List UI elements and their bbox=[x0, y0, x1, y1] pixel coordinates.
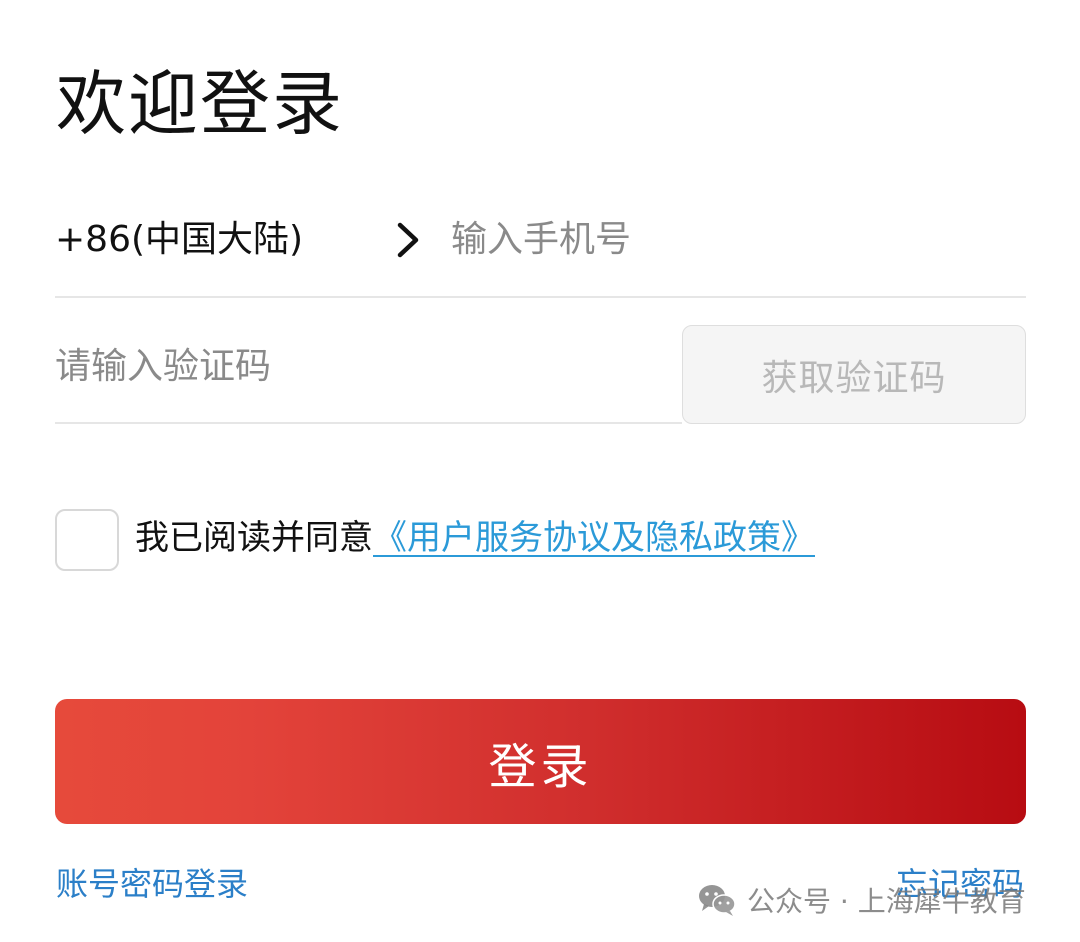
account-password-login-link[interactable]: 账号密码登录 bbox=[56, 862, 248, 906]
agreement-link[interactable]: 《用户服务协议及隐私政策》 bbox=[373, 518, 815, 558]
agreement-checkbox[interactable] bbox=[55, 509, 119, 571]
agreement-line: 我已阅读并同意《用户服务协议及隐私政策》 bbox=[135, 514, 815, 562]
phone-row: +86(中国大陆) bbox=[55, 198, 1026, 298]
watermark-text: 公众号 · 上海犀牛教育 bbox=[747, 885, 1026, 918]
login-page: 欢迎登录 +86(中国大陆) 获取验证码 我已阅读并同意《用户服务协议及隐私政策… bbox=[0, 0, 1080, 942]
country-code-selector[interactable]: +86(中国大陆) bbox=[55, 218, 303, 262]
page-title: 欢迎登录 bbox=[56, 63, 344, 145]
login-button[interactable]: 登录 bbox=[55, 699, 1026, 824]
get-code-button[interactable]: 获取验证码 bbox=[682, 325, 1026, 424]
agreement-text: 我已阅读并同意 bbox=[135, 518, 373, 558]
verification-code-input[interactable] bbox=[55, 340, 655, 392]
phone-number-input[interactable] bbox=[451, 214, 1011, 264]
chevron-right-icon[interactable] bbox=[392, 222, 422, 258]
verification-code-row bbox=[55, 330, 682, 424]
wechat-icon bbox=[699, 885, 736, 916]
watermark: 公众号 · 上海犀牛教育 bbox=[697, 880, 1026, 920]
